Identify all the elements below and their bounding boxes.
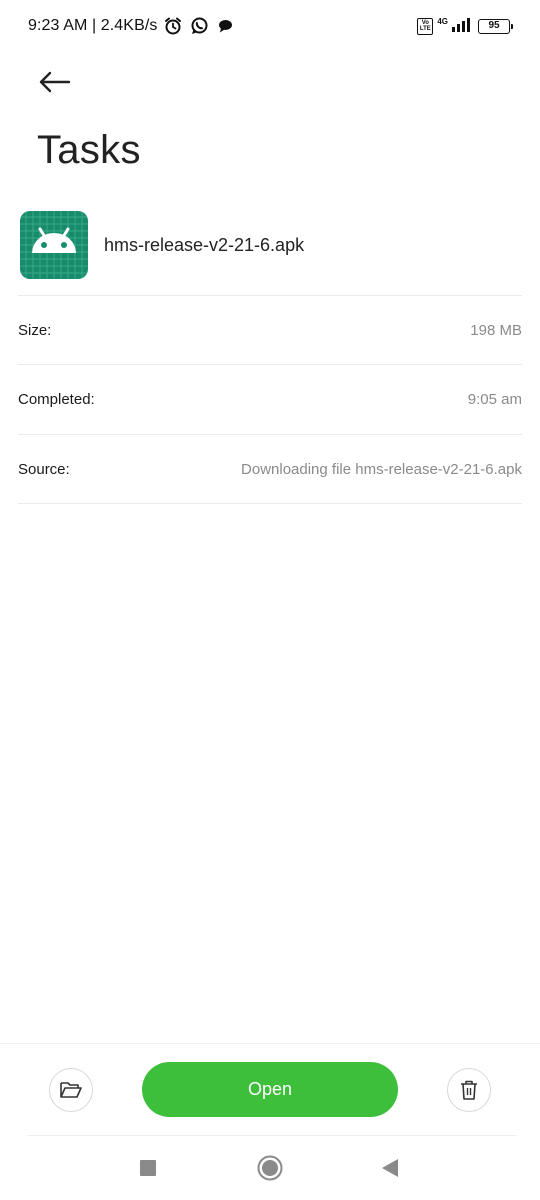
detail-label: Size: (18, 321, 52, 339)
detail-value: Downloading file hms-release-v2-21-6.apk (241, 460, 522, 478)
square-icon (140, 1160, 156, 1176)
status-left: 9:23 AM | 2.4KB/s (28, 15, 235, 37)
recents-button[interactable] (128, 1148, 168, 1188)
nav-back-button[interactable] (370, 1148, 410, 1188)
status-bar: 9:23 AM | 2.4KB/s Vo LTE 4G 95 (0, 0, 540, 52)
open-button[interactable]: Open (142, 1062, 398, 1117)
volte-badge: Vo LTE (417, 17, 434, 35)
network-type-label: 4G (437, 16, 448, 26)
back-button[interactable] (34, 62, 74, 102)
android-apk-icon (20, 211, 88, 279)
signal-icon (452, 16, 474, 37)
home-button[interactable] (250, 1148, 290, 1188)
status-time-speed: 9:23 AM | 2.4KB/s (28, 17, 158, 34)
status-right: Vo LTE 4G 95 (417, 15, 513, 37)
file-header: hms-release-v2-21-6.apk (20, 211, 522, 279)
arrow-left-icon (39, 71, 71, 93)
action-bar-divider (0, 1043, 540, 1044)
trash-icon (461, 1080, 477, 1100)
detail-value: 9:05 am (467, 390, 522, 408)
detail-row-size: Size: 198 MB (18, 296, 522, 364)
open-folder-button[interactable] (49, 1068, 93, 1112)
detail-row-source: Source: Downloading file hms-release-v2-… (18, 435, 522, 503)
page-title: Tasks (37, 128, 141, 172)
folder-open-icon (60, 1082, 82, 1098)
battery-indicator: 95 (478, 18, 513, 34)
detail-value: 198 MB (470, 321, 522, 339)
detail-label: Completed: (18, 390, 95, 408)
divider (18, 503, 522, 504)
alarm-icon (163, 16, 183, 36)
delete-button[interactable] (447, 1068, 491, 1112)
chat-bubble-icon (215, 16, 235, 36)
circle-home-icon (257, 1155, 283, 1181)
file-name: hms-release-v2-21-6.apk (104, 234, 305, 255)
whatsapp-icon (189, 16, 209, 36)
nav-divider (28, 1135, 516, 1136)
detail-row-completed: Completed: 9:05 am (18, 365, 522, 433)
detail-label: Source: (18, 460, 70, 478)
triangle-back-icon (382, 1159, 398, 1177)
